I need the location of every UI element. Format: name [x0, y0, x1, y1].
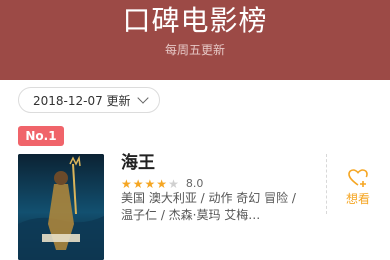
poster-image-icon	[18, 154, 104, 260]
movie-title[interactable]: 海王	[121, 152, 155, 174]
page-title: 口碑电影榜	[122, 4, 268, 37]
star-filled-icon: ★	[156, 177, 168, 191]
page: 口碑电影榜 每周五更新 2018-12-07 更新 No.1 海王 ★ ★ ★ …	[0, 0, 390, 260]
divider	[326, 154, 327, 214]
chevron-down-icon	[136, 92, 149, 104]
rank-badge: No.1	[18, 126, 64, 146]
rating-score: 8.0	[185, 177, 204, 190]
star-filled-icon: ★	[144, 177, 156, 191]
want-to-watch-label: 想看	[345, 192, 370, 206]
date-selector-label: 2018-12-07 更新	[33, 93, 131, 108]
movie-description: 美国 澳大利亚 / 动作 奇幻 冒险 / 温子仁 / 杰森·莫玛 艾梅…	[121, 191, 296, 222]
star-filled-icon: ★	[132, 177, 144, 191]
want-to-watch-button[interactable]: 想看	[338, 168, 378, 207]
rating-stars: ★ ★ ★ ★ ★ 8.0	[121, 177, 204, 191]
star-empty-icon: ★	[168, 177, 179, 191]
movie-poster[interactable]	[18, 154, 104, 260]
header-banner: 口碑电影榜 每周五更新	[0, 0, 390, 80]
star-filled-icon: ★	[121, 177, 132, 191]
date-selector[interactable]: 2018-12-07 更新	[18, 87, 160, 113]
page-subtitle: 每周五更新	[164, 43, 225, 57]
heart-plus-icon	[348, 169, 368, 187]
